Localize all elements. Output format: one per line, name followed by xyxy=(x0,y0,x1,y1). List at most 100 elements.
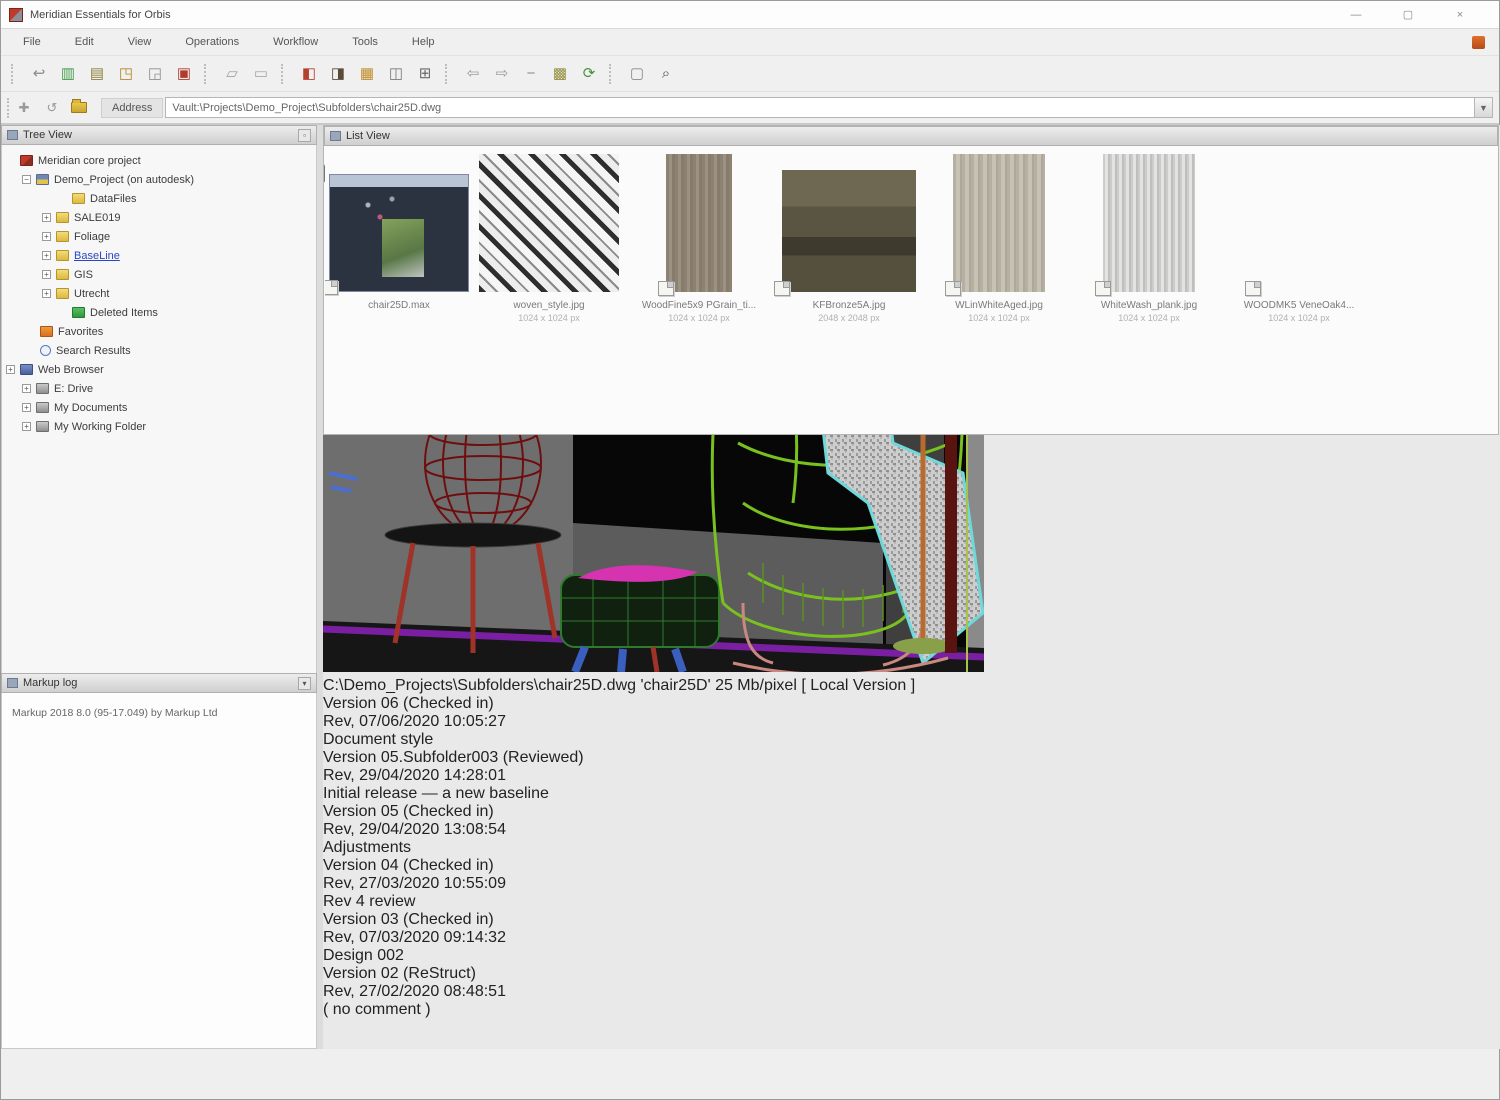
tree-item-sale019[interactable]: + SALE019 xyxy=(2,208,316,227)
tree-item-my-working-folder[interactable]: + My Working Folder xyxy=(2,417,316,436)
thumbnail-item[interactable]: chair25D.max xyxy=(329,154,469,323)
briefcase-icon[interactable]: ▩ xyxy=(551,65,569,83)
tree-item-favorites[interactable]: Favorites xyxy=(2,322,316,341)
markup-expand-icon[interactable]: ▾ xyxy=(298,677,311,690)
address-label: Address xyxy=(101,98,163,118)
favorites-icon xyxy=(40,326,53,337)
menu-tools[interactable]: Tools xyxy=(348,33,382,51)
thumbnail-item[interactable]: woven_style.jpg 1024 x 1024 px xyxy=(479,154,619,323)
export-folder-icon[interactable]: ◲ xyxy=(146,65,164,83)
navigation-pane: Tree View ▫ Meridian core project − Demo… xyxy=(1,125,317,1049)
copy-icon[interactable]: ▭ xyxy=(252,65,270,83)
toolbar-separator xyxy=(609,64,613,84)
texture-thumbnail-image xyxy=(1253,154,1345,292)
expander-icon[interactable]: + xyxy=(22,422,31,431)
tree-item-datafiles[interactable]: DataFiles xyxy=(2,189,316,208)
folder-icon xyxy=(56,269,69,280)
thumbnail-item[interactable]: KFBronze5A.jpg 2048 x 2048 px xyxy=(779,154,919,323)
tree-item-my-documents[interactable]: + My Documents xyxy=(2,398,316,417)
addressbar-grip[interactable] xyxy=(7,98,11,118)
thumbnail-item[interactable]: WOODMK5 VeneOak4... 1024 x 1024 px xyxy=(1229,154,1369,323)
remove-icon[interactable]: − xyxy=(522,65,540,83)
maximize-button-icon[interactable]: ▢ xyxy=(1395,6,1421,24)
history-icon[interactable]: ↺ xyxy=(43,99,61,117)
version-card[interactable]: Version 03 (Checked in) Rev, 07/03/2020 … xyxy=(323,911,1500,965)
menu-file[interactable]: File xyxy=(19,33,45,51)
markup-log-icon xyxy=(7,678,18,688)
texture-thumbnail-image xyxy=(666,154,732,292)
version-card[interactable]: Version 04 (Checked in) Rev, 27/03/2020 … xyxy=(323,857,1500,911)
tree-item-web-browser[interactable]: + Web Browser xyxy=(2,360,316,379)
move-icon[interactable]: ✚ xyxy=(15,99,33,117)
address-dropdown-icon[interactable]: ▼ xyxy=(1475,97,1493,118)
new-document-icon[interactable]: ▥ xyxy=(59,65,77,83)
tree-item-root[interactable]: Meridian core project xyxy=(2,151,316,170)
address-folder-icon[interactable] xyxy=(71,102,87,113)
menu-edit[interactable]: Edit xyxy=(71,33,98,51)
tree-view-title: Tree View xyxy=(23,129,72,141)
folder-icon xyxy=(56,288,69,299)
document-overlay-icon xyxy=(658,281,674,296)
delete-document-icon[interactable]: ▣ xyxy=(175,65,193,83)
thumbnail-item[interactable]: WhiteWash_plank.jpg 1024 x 1024 px xyxy=(1079,154,1219,323)
thumbnail-item[interactable]: WLinWhiteAged.jpg 1024 x 1024 px xyxy=(929,154,1069,323)
tree-item-baseline[interactable]: + BaseLine xyxy=(2,246,316,265)
expander-icon[interactable]: + xyxy=(22,403,31,412)
forward-icon[interactable]: ⇨ xyxy=(493,65,511,83)
version-card[interactable]: Version 06 (Checked in) Rev, 07/06/2020 … xyxy=(323,695,1500,749)
content-area: List View chair25D.max woven_style.jpg 1… xyxy=(323,125,1500,1049)
version-card[interactable]: Version 05 (Checked in) Rev, 29/04/2020 … xyxy=(323,803,1500,857)
tree-item-search-results[interactable]: Search Results xyxy=(2,341,316,360)
tree-item-e-drive[interactable]: + E: Drive xyxy=(2,379,316,398)
expander-icon[interactable]: + xyxy=(22,384,31,393)
toolbar-separator xyxy=(281,64,285,84)
refresh-icon[interactable]: ⟳ xyxy=(580,65,598,83)
expander-icon[interactable]: + xyxy=(42,251,51,260)
address-input[interactable] xyxy=(165,97,1475,118)
search-icon xyxy=(40,345,51,356)
link-document-icon[interactable]: ⊞ xyxy=(416,65,434,83)
find-icon[interactable]: ⌕ xyxy=(657,65,675,83)
tree-item-utrecht[interactable]: + Utrecht xyxy=(2,284,316,303)
document-overlay-icon xyxy=(774,281,790,296)
undo-icon[interactable]: ↩ xyxy=(30,65,48,83)
menu-help[interactable]: Help xyxy=(408,33,439,51)
properties-icon[interactable]: ▢ xyxy=(628,65,646,83)
tree-view-icon xyxy=(7,130,18,140)
application-window: Meridian Essentials for Orbis — ▢ × File… xyxy=(0,0,1500,1100)
tree-pin-icon[interactable]: ▫ xyxy=(298,129,311,142)
folder-icon xyxy=(56,231,69,242)
expander-icon[interactable]: + xyxy=(42,289,51,298)
check-in-icon[interactable]: ◨ xyxy=(329,65,347,83)
tree-item-project[interactable]: − Demo_Project (on autodesk) xyxy=(2,170,316,189)
check-out-icon[interactable]: ◧ xyxy=(300,65,318,83)
expander-icon[interactable]: + xyxy=(42,270,51,279)
list-view-icon xyxy=(330,131,341,141)
open-vault-icon[interactable]: ▤ xyxy=(88,65,106,83)
expander-icon[interactable]: + xyxy=(42,213,51,222)
revisions-icon[interactable]: ▦ xyxy=(358,65,376,83)
menu-operations[interactable]: Operations xyxy=(181,33,243,51)
address-bar: ✚ ↺ Address ▼ xyxy=(1,92,1499,125)
expander-icon[interactable]: + xyxy=(42,232,51,241)
new-version-icon[interactable]: ◫ xyxy=(387,65,405,83)
vault-icon xyxy=(36,174,49,185)
version-card[interactable]: Version 05.Subfolder003 (Reviewed) Rev, … xyxy=(323,749,1500,803)
tree-item-deleted-items[interactable]: Deleted Items xyxy=(2,303,316,322)
minimize-button-icon[interactable]: — xyxy=(1343,6,1369,24)
version-card[interactable]: Version 02 (ReStruct) Rev, 27/02/2020 08… xyxy=(323,965,1500,1019)
thumbnail-grid: chair25D.max woven_style.jpg 1024 x 1024… xyxy=(325,146,1485,400)
toolbar-grip[interactable] xyxy=(11,64,15,84)
tree-item-foliage[interactable]: + Foliage xyxy=(2,227,316,246)
expander-icon[interactable]: + xyxy=(6,365,15,374)
expander-icon[interactable]: − xyxy=(22,175,31,184)
cut-icon[interactable]: ▱ xyxy=(223,65,241,83)
tree-item-gis[interactable]: + GIS xyxy=(2,265,316,284)
menu-view[interactable]: View xyxy=(124,33,156,51)
import-folder-icon[interactable]: ◳ xyxy=(117,65,135,83)
close-button-icon[interactable]: × xyxy=(1447,6,1473,24)
menu-workflow[interactable]: Workflow xyxy=(269,33,322,51)
document-overlay-icon xyxy=(1245,281,1261,296)
back-icon[interactable]: ⇦ xyxy=(464,65,482,83)
thumbnail-item[interactable]: WoodFine5x9 PGrain_ti... 1024 x 1024 px xyxy=(629,154,769,323)
